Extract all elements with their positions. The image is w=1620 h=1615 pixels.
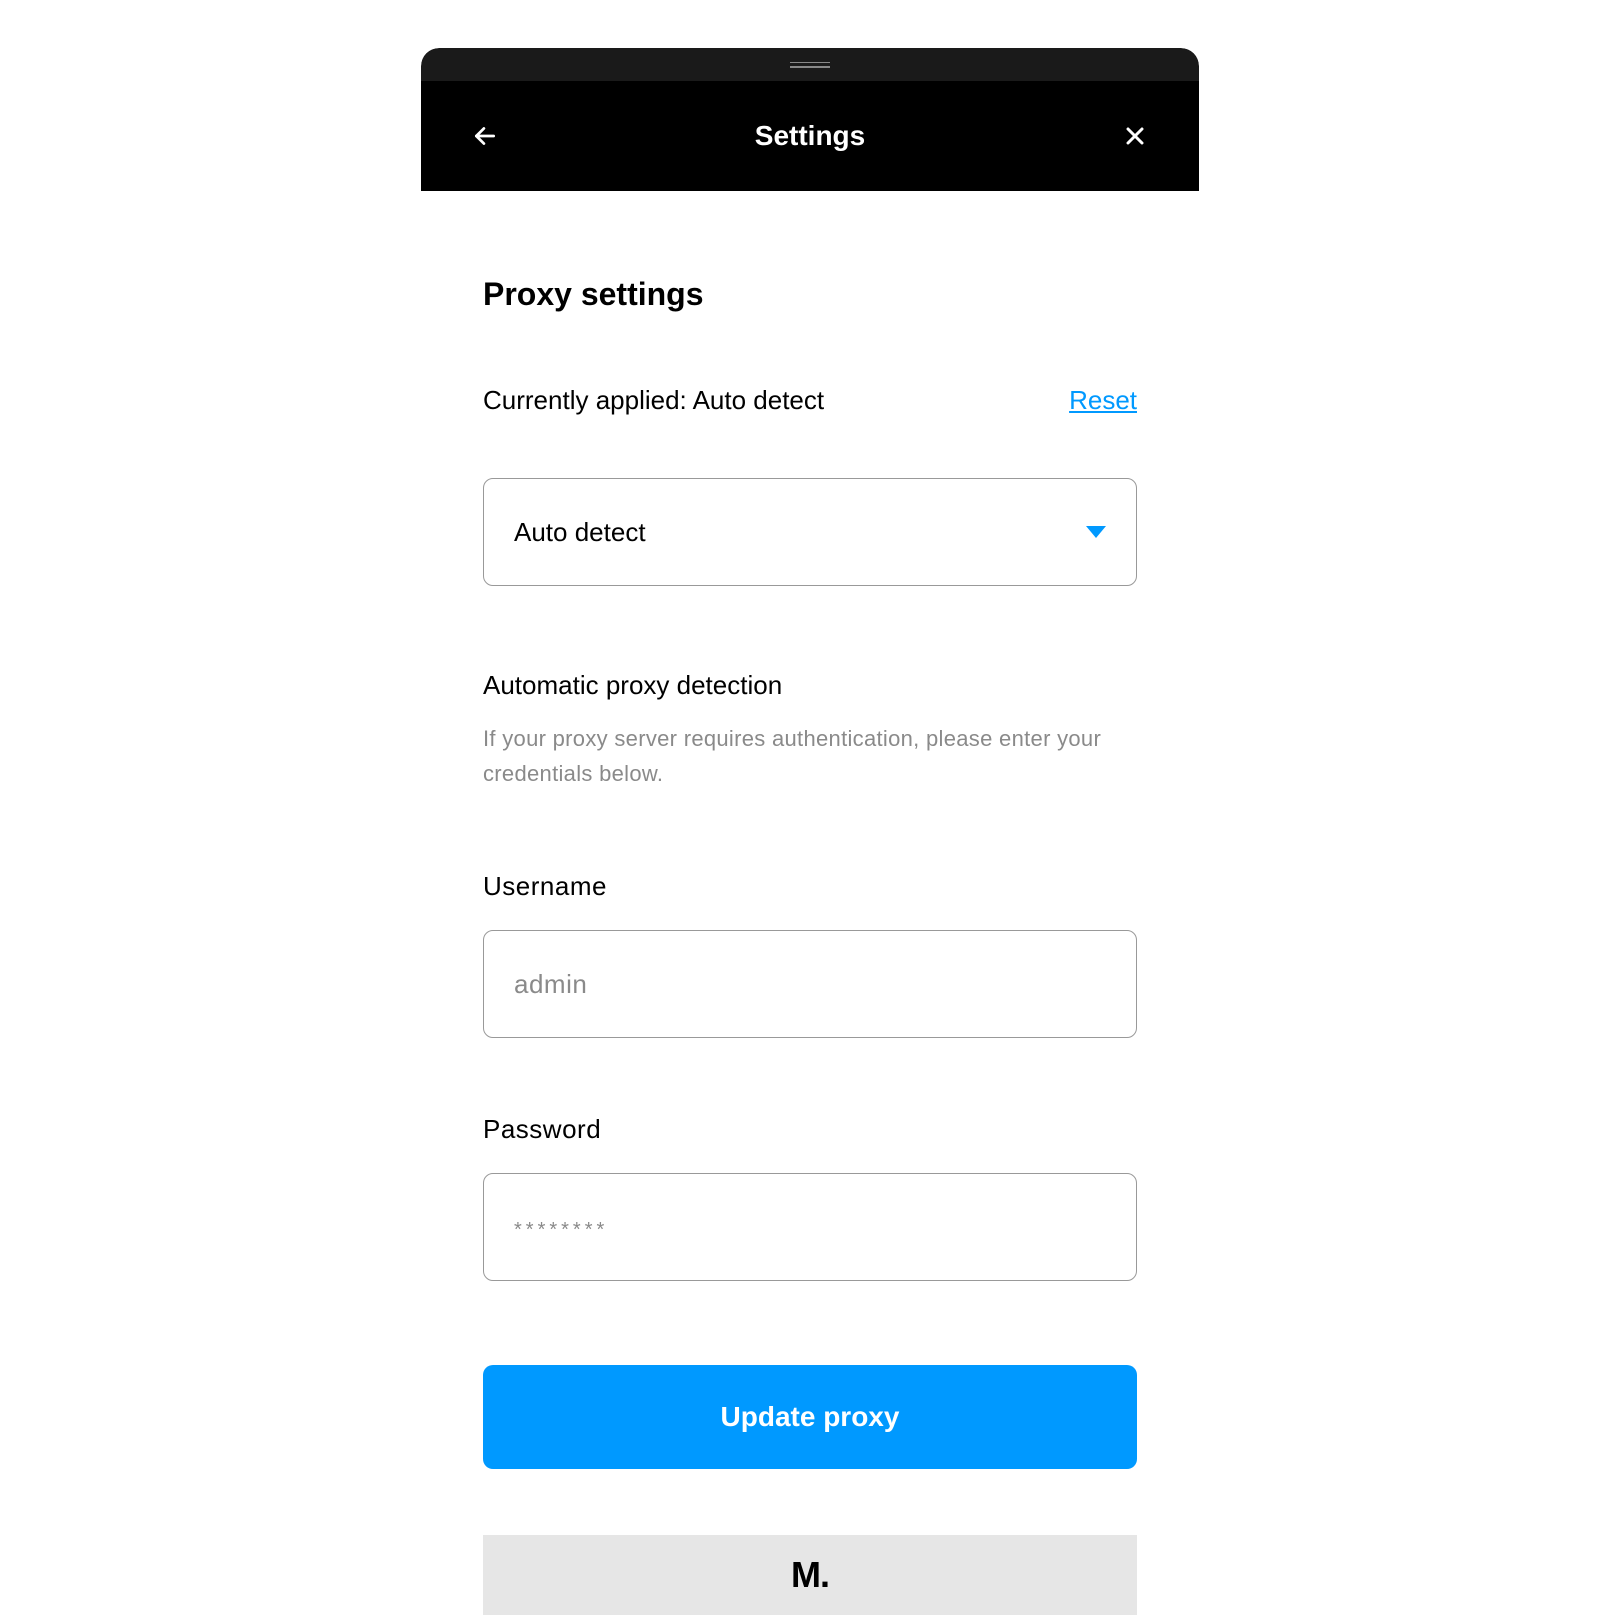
brand-logo: M.: [791, 1554, 829, 1596]
password-input[interactable]: [483, 1173, 1137, 1281]
arrow-left-icon: [472, 123, 498, 149]
applied-value: Auto detect: [693, 385, 825, 415]
reset-link[interactable]: Reset: [1069, 385, 1137, 416]
app-window: Settings Proxy settings Currently applie…: [421, 48, 1199, 1615]
window-titlebar[interactable]: [421, 48, 1199, 81]
back-button[interactable]: [469, 120, 501, 152]
chevron-down-icon: [1086, 526, 1106, 538]
drag-handle-icon: [790, 62, 830, 68]
select-value: Auto detect: [514, 517, 646, 548]
close-icon: [1123, 124, 1147, 148]
username-input[interactable]: [483, 930, 1137, 1038]
username-label: Username: [483, 871, 1137, 902]
update-proxy-button[interactable]: Update proxy: [483, 1365, 1137, 1469]
auto-detection-help: If your proxy server requires authentica…: [483, 721, 1137, 791]
header-title: Settings: [501, 120, 1119, 152]
applied-prefix: Currently applied:: [483, 385, 693, 415]
password-label: Password: [483, 1114, 1137, 1145]
auto-detection-title: Automatic proxy detection: [483, 670, 1137, 701]
applied-row: Currently applied: Auto detect Reset: [483, 385, 1137, 416]
proxy-mode-select[interactable]: Auto detect: [483, 478, 1137, 586]
currently-applied-text: Currently applied: Auto detect: [483, 385, 824, 416]
close-button[interactable]: [1119, 120, 1151, 152]
header-bar: Settings: [421, 81, 1199, 191]
page-title: Proxy settings: [483, 276, 1137, 313]
content-area: Proxy settings Currently applied: Auto d…: [421, 191, 1199, 1615]
footer-bar: M.: [483, 1535, 1137, 1615]
